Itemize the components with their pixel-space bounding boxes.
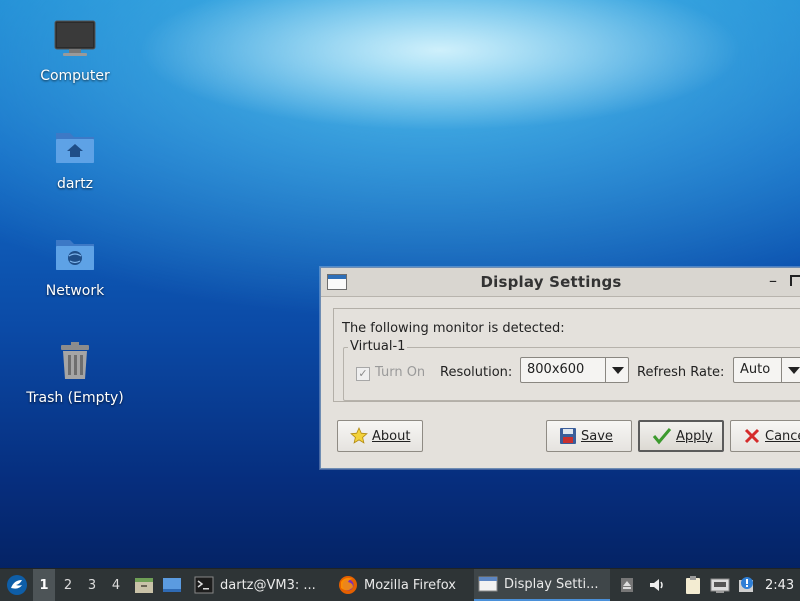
cancel-label: Cance <box>765 428 800 444</box>
workspace-label: 4 <box>111 577 121 593</box>
minimize-button[interactable]: – <box>769 271 777 290</box>
network-status-button[interactable] <box>709 569 731 601</box>
task-label: dartz@VM3: ... <box>220 577 316 593</box>
task-firefox[interactable]: Mozilla Firefox <box>334 569 474 601</box>
floppy-disk-icon <box>560 428 576 444</box>
workspace-label: 3 <box>87 577 97 593</box>
lubuntu-logo-icon <box>7 575 27 595</box>
terminal-icon <box>194 576 214 594</box>
chevron-down-icon[interactable] <box>605 358 628 382</box>
desktop-icon-label: Trash (Empty) <box>26 390 124 406</box>
turn-on-checkbox[interactable]: ✓ <box>356 367 370 381</box>
clipboard-button[interactable] <box>683 569 703 601</box>
window-icon <box>478 576 498 592</box>
home-folder-icon <box>15 124 135 170</box>
refresh-rate-select[interactable]: Auto <box>733 357 800 383</box>
checkmark-icon <box>652 428 672 445</box>
task-label: Display Setti... <box>504 576 599 592</box>
eject-icon <box>621 578 633 592</box>
desktop-icon-trash[interactable]: Trash (Empty) <box>15 338 135 406</box>
firefox-icon <box>339 576 357 594</box>
network-folder-icon <box>15 231 135 277</box>
wired-network-icon <box>710 578 730 593</box>
dialog-titlebar[interactable]: Display Settings – <box>321 268 800 297</box>
desktop-icon <box>163 578 181 592</box>
resolution-label: Resolution: <box>440 365 513 380</box>
task-terminal[interactable]: dartz@VM3: ... <box>190 569 334 601</box>
update-notification-icon <box>739 577 753 592</box>
clipboard-icon <box>686 576 700 594</box>
monitor-icon <box>15 16 135 62</box>
refresh-rate-label: Refresh Rate: <box>637 365 725 380</box>
apply-button[interactable]: Apply <box>638 420 724 452</box>
workspace-1[interactable]: 1 <box>33 569 55 601</box>
star-icon <box>350 427 368 444</box>
task-label: Mozilla Firefox <box>364 577 456 593</box>
display-settings-dialog: Display Settings – The following monitor… <box>320 267 800 469</box>
workspace-label: 2 <box>63 577 73 593</box>
app-menu-button[interactable] <box>4 569 30 601</box>
monitor-frame: The following monitor is detected: Virtu… <box>333 308 800 402</box>
taskbar: 1 2 3 4 dartz@VM3: ... Mozilla Firefox D… <box>0 568 800 601</box>
clock[interactable]: 2:43 <box>765 569 794 601</box>
maximize-button[interactable] <box>790 275 800 286</box>
workspace-4[interactable]: 4 <box>105 569 127 601</box>
about-label: About <box>372 428 411 444</box>
clock-time: 2:43 <box>765 577 795 593</box>
monitor-name: Virtual-1 <box>348 339 408 354</box>
refresh-rate-value: Auto <box>740 362 771 377</box>
task-display-settings[interactable]: Display Setti... <box>474 569 610 601</box>
volume-button[interactable] <box>646 569 668 601</box>
turn-on-label: Turn On <box>375 365 426 380</box>
workspace-label: 1 <box>39 577 49 593</box>
trash-icon <box>15 338 135 384</box>
taskbar-scroll-button[interactable] <box>618 569 636 601</box>
desktop-icon-label: Network <box>45 283 105 299</box>
dialog-title: Display Settings <box>480 273 622 291</box>
resolution-select[interactable]: 800x600 <box>520 357 629 383</box>
desktop-icon-label: dartz <box>56 176 94 192</box>
file-manager-launcher[interactable] <box>132 569 156 601</box>
save-label: Save <box>581 428 613 444</box>
desktop-icon-label: Computer <box>40 68 110 84</box>
desktop-icon-home-folder[interactable]: dartz <box>15 124 135 192</box>
desktop-icon-computer[interactable]: Computer <box>15 16 135 84</box>
file-cabinet-icon <box>135 578 153 593</box>
resolution-value: 800x600 <box>527 362 585 377</box>
save-button[interactable]: Save <box>546 420 632 452</box>
about-button[interactable]: About <box>337 420 423 452</box>
close-icon <box>744 428 760 444</box>
show-desktop-button[interactable] <box>160 569 184 601</box>
workspace-3[interactable]: 3 <box>81 569 103 601</box>
desktop-icon-network[interactable]: Network <box>15 231 135 299</box>
speaker-icon <box>650 579 663 591</box>
monitor-group: Virtual-1 ✓ Turn On Resolution: 800x600 … <box>343 339 800 401</box>
chevron-down-icon[interactable] <box>781 358 800 382</box>
workspace-2[interactable]: 2 <box>57 569 79 601</box>
apply-label: Apply <box>676 428 713 444</box>
detected-text: The following monitor is detected: <box>342 321 565 336</box>
cancel-button[interactable]: Cance <box>730 420 800 452</box>
updates-button[interactable] <box>737 569 757 601</box>
